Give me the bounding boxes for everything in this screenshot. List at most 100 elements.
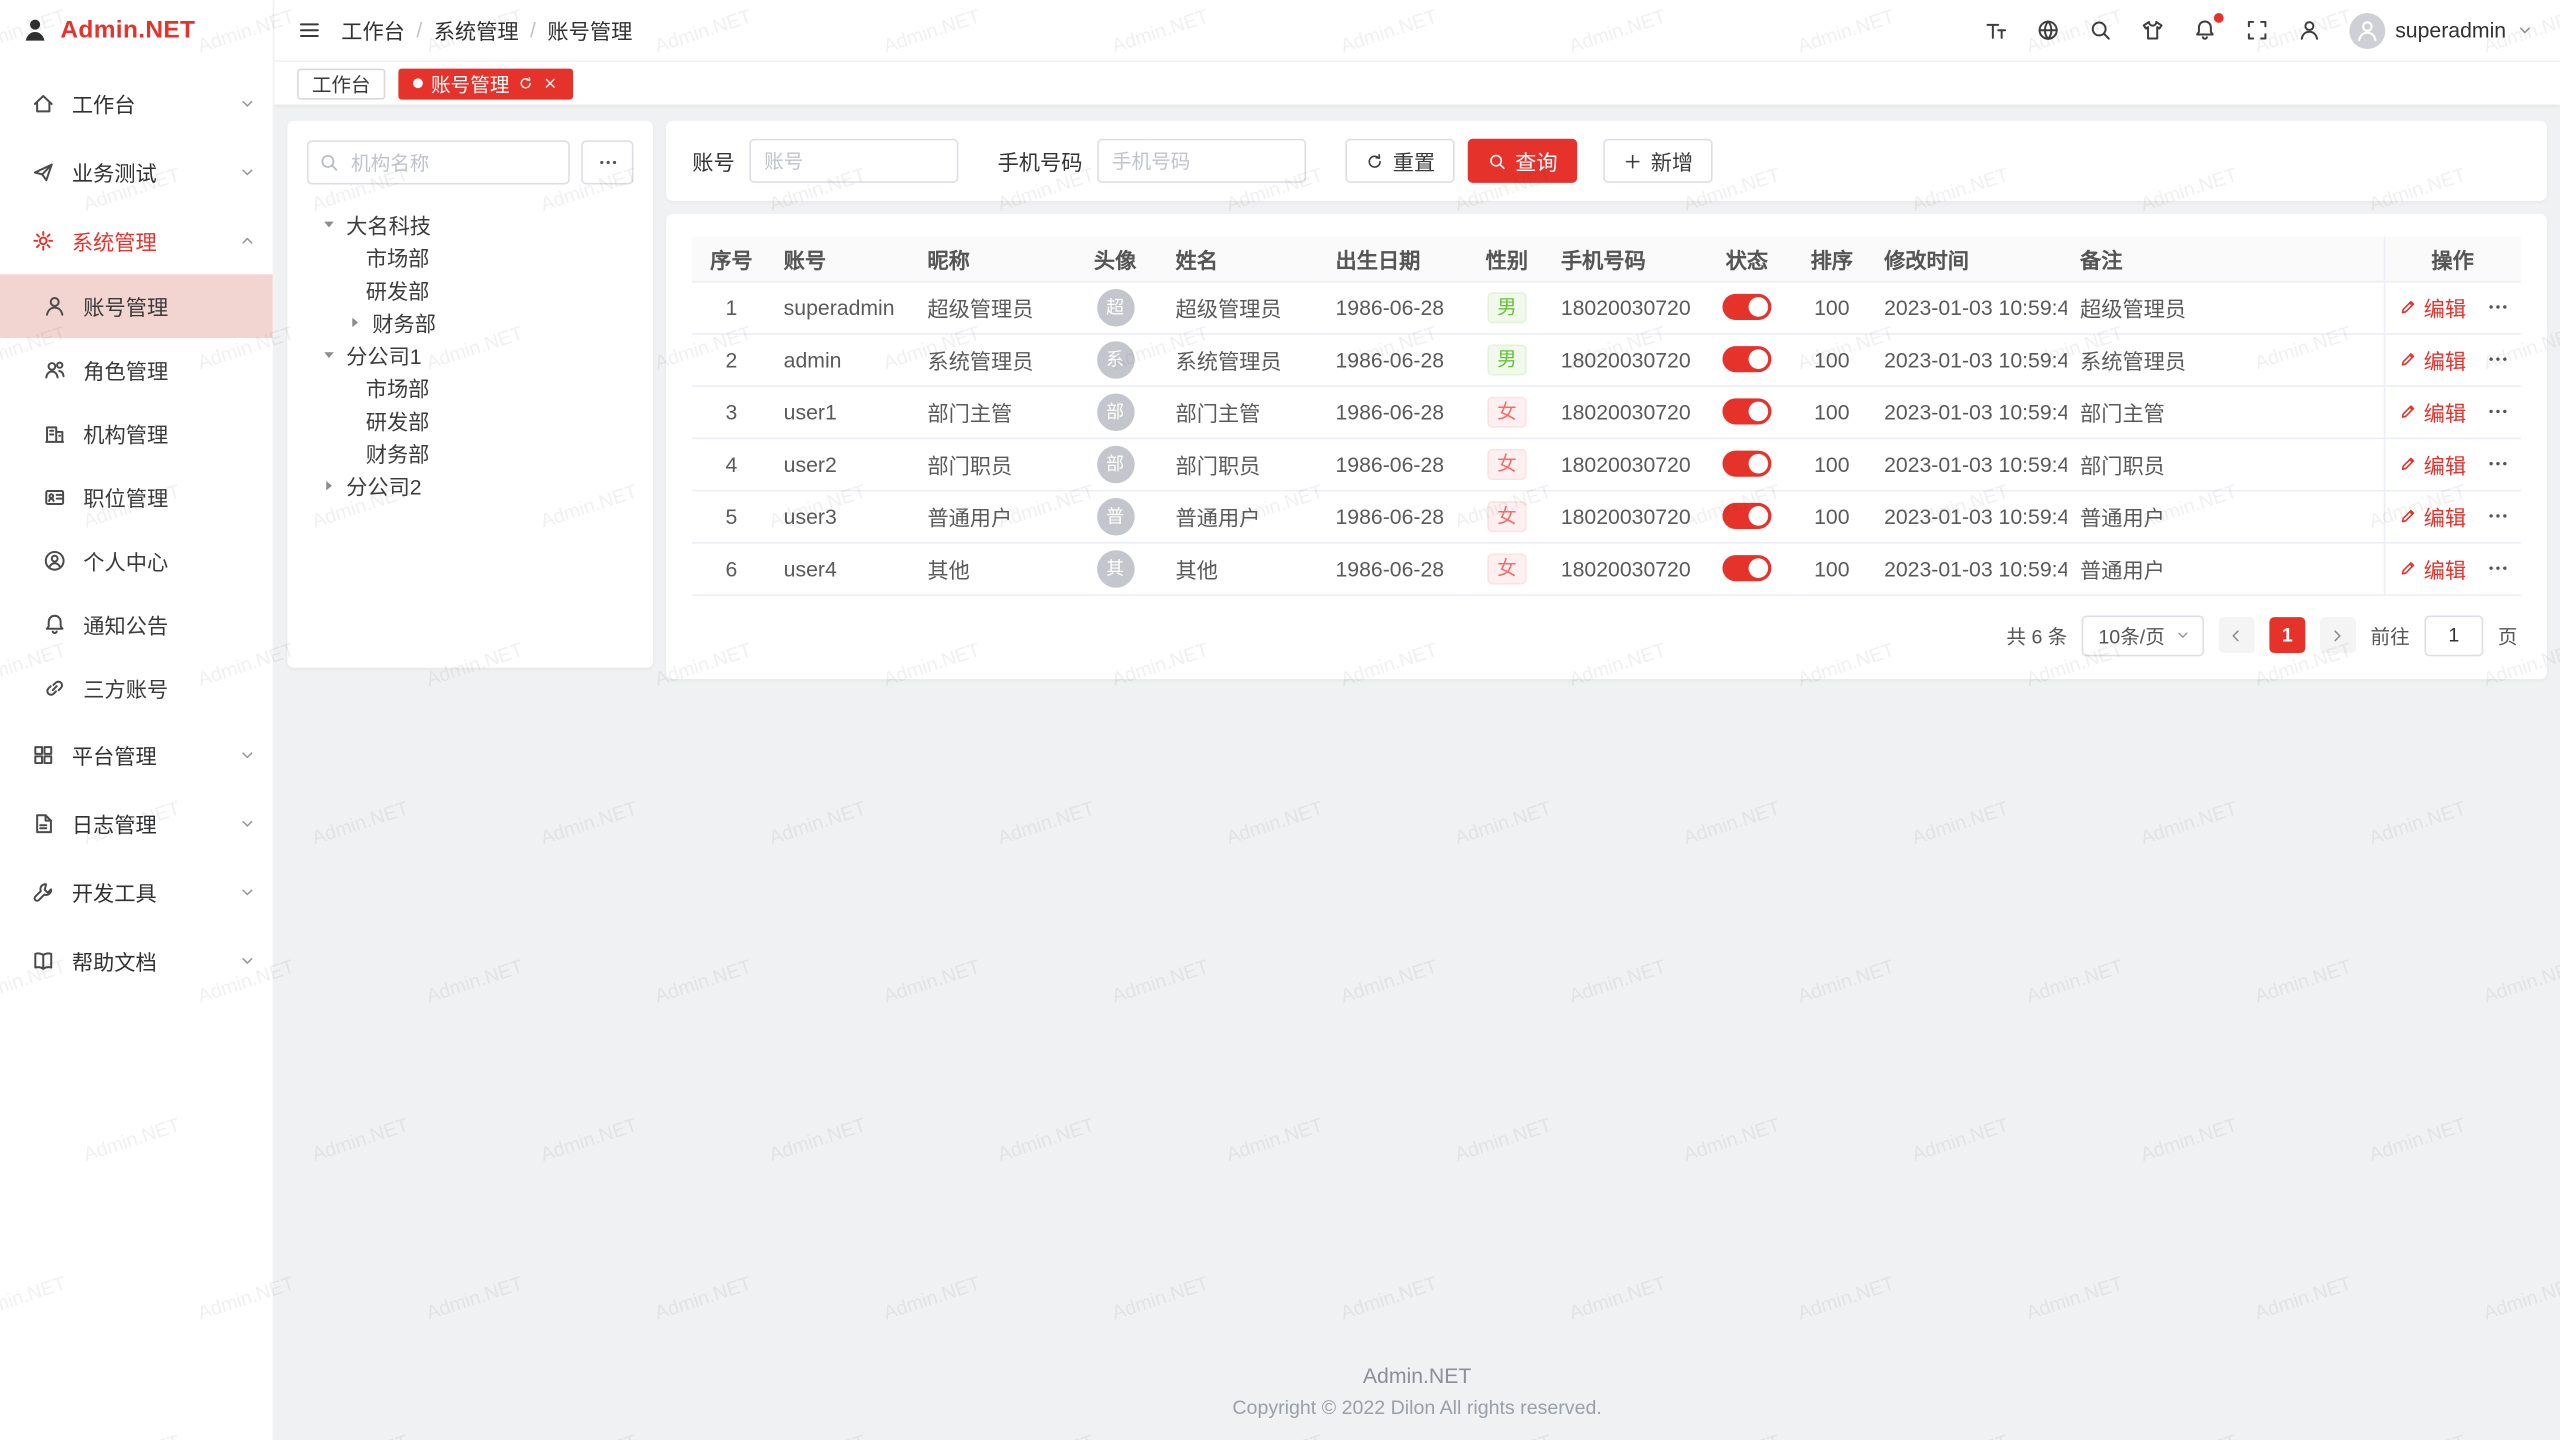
edit-button-label: 编辑 [2424,344,2466,375]
more-actions-button[interactable] [2486,504,2509,527]
content: 大名科技市场部研发部财务部分公司1市场部研发部财务部分公司2 账号 手机号码 重… [274,104,2560,678]
status-toggle[interactable] [1722,503,1771,529]
cell-birth-date: 1986-06-28 [1322,333,1466,385]
goto-page-input[interactable] [2424,615,2483,656]
sidebar-item-help-docs[interactable]: 帮助文档 [0,926,273,995]
chevron-down-icon [238,162,256,180]
sidebar-item-role-management[interactable]: 角色管理 [0,338,273,402]
edit-button[interactable]: 编辑 [2398,553,2467,584]
breadcrumb-item[interactable]: 系统管理 [434,15,519,46]
theme-icon[interactable] [2141,18,2165,42]
chevron-down-icon [238,951,256,969]
page-size-select[interactable]: 10条/页 [2082,615,2204,656]
sidebar-item-label: 通知公告 [83,609,256,640]
user-menu[interactable]: superadmin [2349,12,2533,48]
tree-node[interactable]: 财务部 [307,436,634,469]
footer-copyright: Copyright © 2022 Dilon All rights reserv… [274,1396,2560,1419]
org-search-input[interactable] [307,140,570,184]
tree-node[interactable]: 大名科技 [307,207,634,240]
app-root: Admin.NET 工作台业务测试系统管理账号管理角色管理机构管理职位管理个人中… [0,0,2560,1440]
accounts-table: 序号账号昵称头像姓名出生日期性别手机号码状态排序修改时间备注操作1superad… [692,237,2521,595]
tree-node[interactable]: 分公司1 [307,338,634,371]
sidebar-item-personal-center[interactable]: 个人中心 [0,529,273,593]
search-button[interactable]: 查询 [1468,139,1577,183]
tab-label: 账号管理 [431,69,509,97]
cell-nickname: 部门职员 [914,438,1067,490]
more-actions-button[interactable] [2486,557,2509,580]
column-header: 性别 [1466,237,1548,281]
tree-node-label: 财务部 [372,306,436,337]
fullscreen-icon[interactable] [2245,18,2269,42]
edit-button[interactable]: 编辑 [2398,291,2467,322]
gender-badge: 女 [1487,448,1526,479]
tree-node[interactable]: 分公司2 [307,469,634,502]
caret-down-icon[interactable] [320,215,338,233]
close-icon[interactable] [542,75,558,91]
caret-down-icon[interactable] [320,345,338,363]
status-toggle[interactable] [1722,556,1771,582]
sidebar-item-dev-tools[interactable]: 开发工具 [0,857,273,926]
tree-node[interactable]: 研发部 [307,403,634,436]
edit-button[interactable]: 编辑 [2398,344,2467,375]
chevron-down-icon [238,882,256,900]
sidebar-item-business-test[interactable]: 业务测试 [0,137,273,206]
next-page-button[interactable] [2320,617,2356,653]
status-toggle[interactable] [1722,399,1771,425]
breadcrumb-item[interactable]: 工作台 [341,15,405,46]
tree-node[interactable]: 市场部 [307,240,634,273]
edit-button[interactable]: 编辑 [2398,448,2467,479]
status-toggle[interactable] [1722,347,1771,373]
status-toggle[interactable] [1722,294,1771,320]
phone-input[interactable] [1097,139,1306,183]
sidebar-item-position-management[interactable]: 职位管理 [0,465,273,529]
sidebar-item-org-management[interactable]: 机构管理 [0,402,273,466]
more-actions-button[interactable] [2486,452,2509,475]
org-more-button[interactable] [581,140,633,184]
account-input[interactable] [749,139,958,183]
prev-page-button[interactable] [2219,617,2255,653]
tree-node[interactable]: 研发部 [307,273,634,306]
profile-icon[interactable] [2297,18,2321,42]
refresh-icon[interactable] [518,75,534,91]
cell-status [1701,542,1792,594]
sidebar-item-system-management[interactable]: 系统管理 [0,206,273,275]
edit-pen-icon [2398,349,2418,369]
sidebar-item-notice-announcement[interactable]: 通知公告 [0,593,273,657]
font-size-icon[interactable] [1984,18,2008,42]
sidebar-item-log-management[interactable]: 日志管理 [0,789,273,858]
more-actions-button[interactable] [2486,296,2509,319]
sidebar-item-third-party-account[interactable]: 三方账号 [0,656,273,720]
tree-node[interactable]: 财务部 [307,305,634,338]
sidebar-item-label: 机构管理 [83,418,256,449]
cell-modified-time: 2023-01-03 10:59:44 [1871,542,2067,594]
caret-right-icon[interactable] [346,313,364,331]
caret-right-icon[interactable] [320,476,338,494]
cell-modified-time: 2023-01-03 10:59:44 [1871,438,2067,490]
edit-button[interactable]: 编辑 [2398,500,2467,531]
page-number[interactable]: 1 [2269,617,2305,653]
cell-account: user2 [771,438,915,490]
add-button[interactable]: 新增 [1603,139,1712,183]
cell-name: 系统管理员 [1162,333,1322,385]
role-icon [42,358,66,382]
sidebar-item-platform-management[interactable]: 平台管理 [0,720,273,789]
tree-node[interactable]: 市场部 [307,371,634,404]
tab-workbench[interactable]: 工作台 [297,68,385,99]
notification-icon[interactable] [2193,18,2217,42]
search-icon[interactable] [2088,18,2112,42]
globe-icon[interactable] [2036,18,2060,42]
reset-button[interactable]: 重置 [1345,139,1454,183]
menu-collapse-button[interactable] [297,18,321,42]
edit-button[interactable]: 编辑 [2398,396,2467,427]
breadcrumb-item[interactable]: 账号管理 [547,15,632,46]
sidebar-item-account-management[interactable]: 账号管理 [0,274,273,338]
cell-no: 4 [692,438,770,490]
more-actions-button[interactable] [2486,348,2509,371]
cell-phone: 18020030720 [1548,385,1701,437]
sidebar-item-workbench[interactable]: 工作台 [0,69,273,138]
cell-phone: 18020030720 [1548,490,1701,542]
status-toggle[interactable] [1722,451,1771,477]
cell-actions: 编辑 [2384,490,2521,542]
tab-account-management[interactable]: 账号管理 [398,68,573,99]
more-actions-button[interactable] [2486,400,2509,423]
